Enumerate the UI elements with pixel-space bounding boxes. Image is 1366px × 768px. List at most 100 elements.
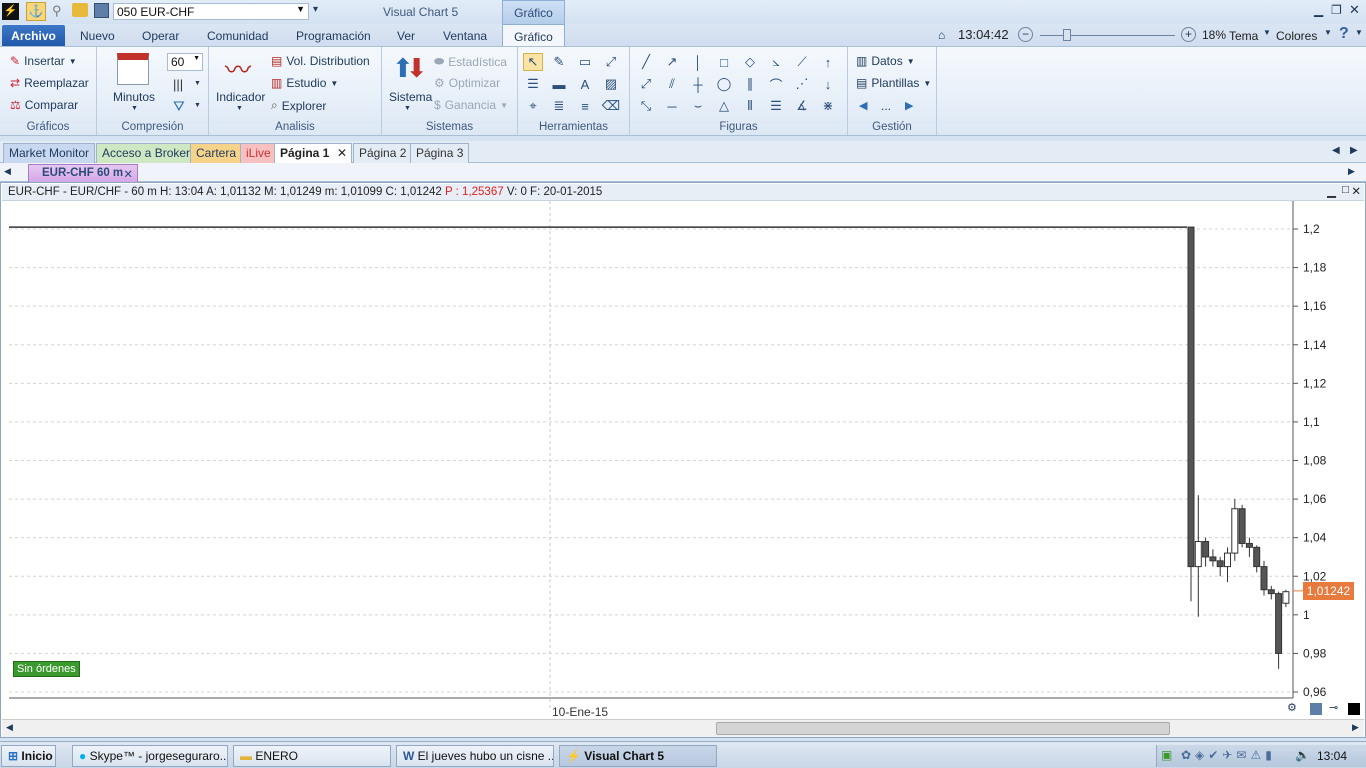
zoom-in-button[interactable]: + xyxy=(1181,27,1196,42)
tab-scroll-right-icon[interactable]: ▶ xyxy=(1350,145,1358,156)
tab-market-monitor[interactable]: Market Monitor xyxy=(3,143,96,163)
fan-icon[interactable]: ⦣ xyxy=(766,53,786,71)
minutos-button[interactable]: Minutos xyxy=(113,90,155,104)
angle-icon[interactable]: ∡ xyxy=(792,97,812,115)
bar-type-icon[interactable]: ||| xyxy=(173,77,183,92)
tab-ver[interactable]: Ver xyxy=(397,29,415,43)
line-icon[interactable]: ╱ xyxy=(636,53,656,71)
edit-tool-icon[interactable]: ✎ xyxy=(549,53,569,71)
up-arrow-icon[interactable]: ↑ xyxy=(818,53,838,71)
zoom-slider[interactable] xyxy=(1040,29,1175,41)
curve-icon[interactable]: ⌣ xyxy=(688,97,708,115)
tab-nuevo[interactable]: Nuevo xyxy=(80,29,115,43)
rectangle-icon[interactable]: □ xyxy=(714,53,734,71)
tab-ventana[interactable]: Ventana xyxy=(443,29,487,43)
symbol-combo[interactable]: 050 EUR-CHF ▼ xyxy=(113,3,309,20)
network-icon[interactable]: ▣ xyxy=(1161,748,1172,762)
cross-icon[interactable]: ┼ xyxy=(688,75,708,93)
bars-tool-icon[interactable]: ≡ xyxy=(575,97,595,115)
taskbar-item-visual-chart[interactable]: ⚡ Visual Chart 5 xyxy=(559,745,717,767)
tab-cartera[interactable]: Cartera xyxy=(190,143,243,163)
colors-menu[interactable]: Colores xyxy=(1276,29,1317,43)
minimize-button[interactable]: ▁ xyxy=(1314,3,1323,17)
tab-operar[interactable]: Operar xyxy=(142,29,179,43)
tab-pagina-3[interactable]: Página 3 xyxy=(410,143,470,163)
comparar-button[interactable]: ⚖ Comparar xyxy=(10,98,78,112)
start-button[interactable]: ⊞ Inicio xyxy=(1,745,56,767)
diagonal-icon[interactable]: ⤡ xyxy=(636,97,656,115)
arcs-icon[interactable]: ⌒ xyxy=(766,75,786,93)
compression-value-combo[interactable]: 60 ▼ xyxy=(167,53,203,71)
reemplazar-button[interactable]: ⇄ Reemplazar xyxy=(10,76,89,90)
close-icon[interactable]: ✕ xyxy=(337,146,347,160)
datos-button[interactable]: ▥ Datos ▼ xyxy=(856,54,915,68)
close-icon[interactable]: ✕ xyxy=(123,167,133,181)
ellipse-icon[interactable]: ◯ xyxy=(714,75,734,93)
theme-menu[interactable]: Tema xyxy=(1229,29,1258,43)
zoom-out-button[interactable]: − xyxy=(1018,27,1033,42)
estadistica-button[interactable]: ⬬ Estadística xyxy=(434,54,507,69)
save-icon[interactable] xyxy=(94,3,109,18)
app-logo[interactable]: ⚡ xyxy=(2,3,19,20)
cycle-lines-icon[interactable]: ⦀ xyxy=(740,97,760,115)
previous-icon[interactable]: ◀ xyxy=(859,99,867,112)
system-arrows-icon[interactable]: ⬆⬇ xyxy=(392,53,428,83)
horizontal-scrollbar[interactable]: ◀ ▶ xyxy=(2,719,1364,737)
help-icon[interactable]: ? xyxy=(1339,25,1349,43)
tab-ilive[interactable]: iLive xyxy=(240,143,277,163)
measure-tool-icon[interactable]: ⤢ xyxy=(601,53,621,71)
ruler-tool-icon[interactable]: ▬ xyxy=(549,75,569,93)
chart-maximize-button[interactable]: □ xyxy=(1342,184,1349,196)
chart-settings-icon[interactable]: ⚙ xyxy=(1287,701,1297,714)
rectangle-tool-icon[interactable]: ▭ xyxy=(575,53,595,71)
tab-programacion[interactable]: Programación xyxy=(296,29,371,43)
taskbar-item-enero[interactable]: ▬ ENERO xyxy=(233,745,391,767)
vertical-line-icon[interactable]: │ xyxy=(688,53,708,71)
tab-comunidad[interactable]: Comunidad xyxy=(207,29,268,43)
taskbar-item-skype[interactable]: ● Skype™ - jorgeseguraro... xyxy=(72,745,228,767)
taskbar-item-word[interactable]: W El jueves hubo un cisne ... xyxy=(396,745,554,767)
ray-icon[interactable]: ⤢ xyxy=(636,75,656,93)
doc-tab-eur-chf[interactable]: EUR-CHF 60 m ✕ xyxy=(28,164,138,182)
doc-scroll-left-icon[interactable]: ◀ xyxy=(4,166,11,177)
volume-icon[interactable]: 🔈 xyxy=(1295,748,1310,762)
next-icon[interactable]: ▶ xyxy=(905,99,913,112)
chart-save-icon[interactable] xyxy=(1310,703,1322,715)
scroll-thumb[interactable] xyxy=(716,722,1170,735)
crosshair-tool-icon[interactable]: ⌖ xyxy=(523,97,543,115)
list-tool-icon[interactable]: ≣ xyxy=(549,97,569,115)
diamond-icon[interactable]: ◇ xyxy=(740,53,760,71)
chart-color-swatch[interactable] xyxy=(1348,703,1360,715)
horizontal-line-icon[interactable]: ─ xyxy=(662,97,682,115)
sistema-button[interactable]: Sistema xyxy=(389,90,432,104)
chart-pin-icon[interactable]: ⊸ xyxy=(1329,701,1338,714)
tab-pagina-2[interactable]: Página 2 xyxy=(353,143,413,163)
insertar-button[interactable]: ✎ Insertar ▼ xyxy=(10,54,77,68)
tool-icon[interactable]: ⚲ xyxy=(52,3,62,19)
tray-icons[interactable]: ✿◈✔✈✉⚠▮ xyxy=(1181,748,1276,762)
eraser-tool-icon[interactable]: ⌫ xyxy=(601,97,621,115)
gann-icon[interactable]: ⋇ xyxy=(818,97,838,115)
explorer-button[interactable]: ⌕ Explorer xyxy=(271,98,326,113)
parallel-icon[interactable]: ⫽ xyxy=(662,75,682,93)
chart-close-button[interactable]: ✕ xyxy=(1351,184,1361,198)
chart-minimize-button[interactable]: ▁ xyxy=(1327,184,1336,198)
open-folder-icon[interactable] xyxy=(72,3,88,17)
tab-acceso-broker[interactable]: Acceso a Broker xyxy=(96,143,197,163)
table-tool-icon[interactable]: ☰ xyxy=(523,75,543,93)
quick-access-pin-icon[interactable]: ⚓ xyxy=(26,2,46,21)
archivo-button[interactable]: Archivo xyxy=(2,25,65,47)
estudio-button[interactable]: ▥ Estudio ▼ xyxy=(271,76,338,90)
pointer-tool-icon[interactable]: ↖ xyxy=(523,53,543,71)
text-tool-icon[interactable]: A xyxy=(575,75,595,93)
tab-scroll-left-icon[interactable]: ◀ xyxy=(1332,145,1340,156)
price-chart[interactable]: 1,21,181,161,141,121,11,081,061,041,0210… xyxy=(1,201,1365,719)
tab-grafico[interactable]: Gráfico xyxy=(502,24,565,48)
arrow-line-icon[interactable]: ↗ xyxy=(662,53,682,71)
zigzag-icon[interactable]: ⟋ xyxy=(792,53,812,71)
indicator-icon[interactable]: 〰 xyxy=(225,57,251,83)
scroll-right-icon[interactable]: ▶ xyxy=(1352,722,1359,733)
triangle-icon[interactable]: △ xyxy=(714,97,734,115)
close-button[interactable]: ✕ xyxy=(1349,2,1360,18)
image-tool-icon[interactable]: ▨ xyxy=(601,75,621,93)
